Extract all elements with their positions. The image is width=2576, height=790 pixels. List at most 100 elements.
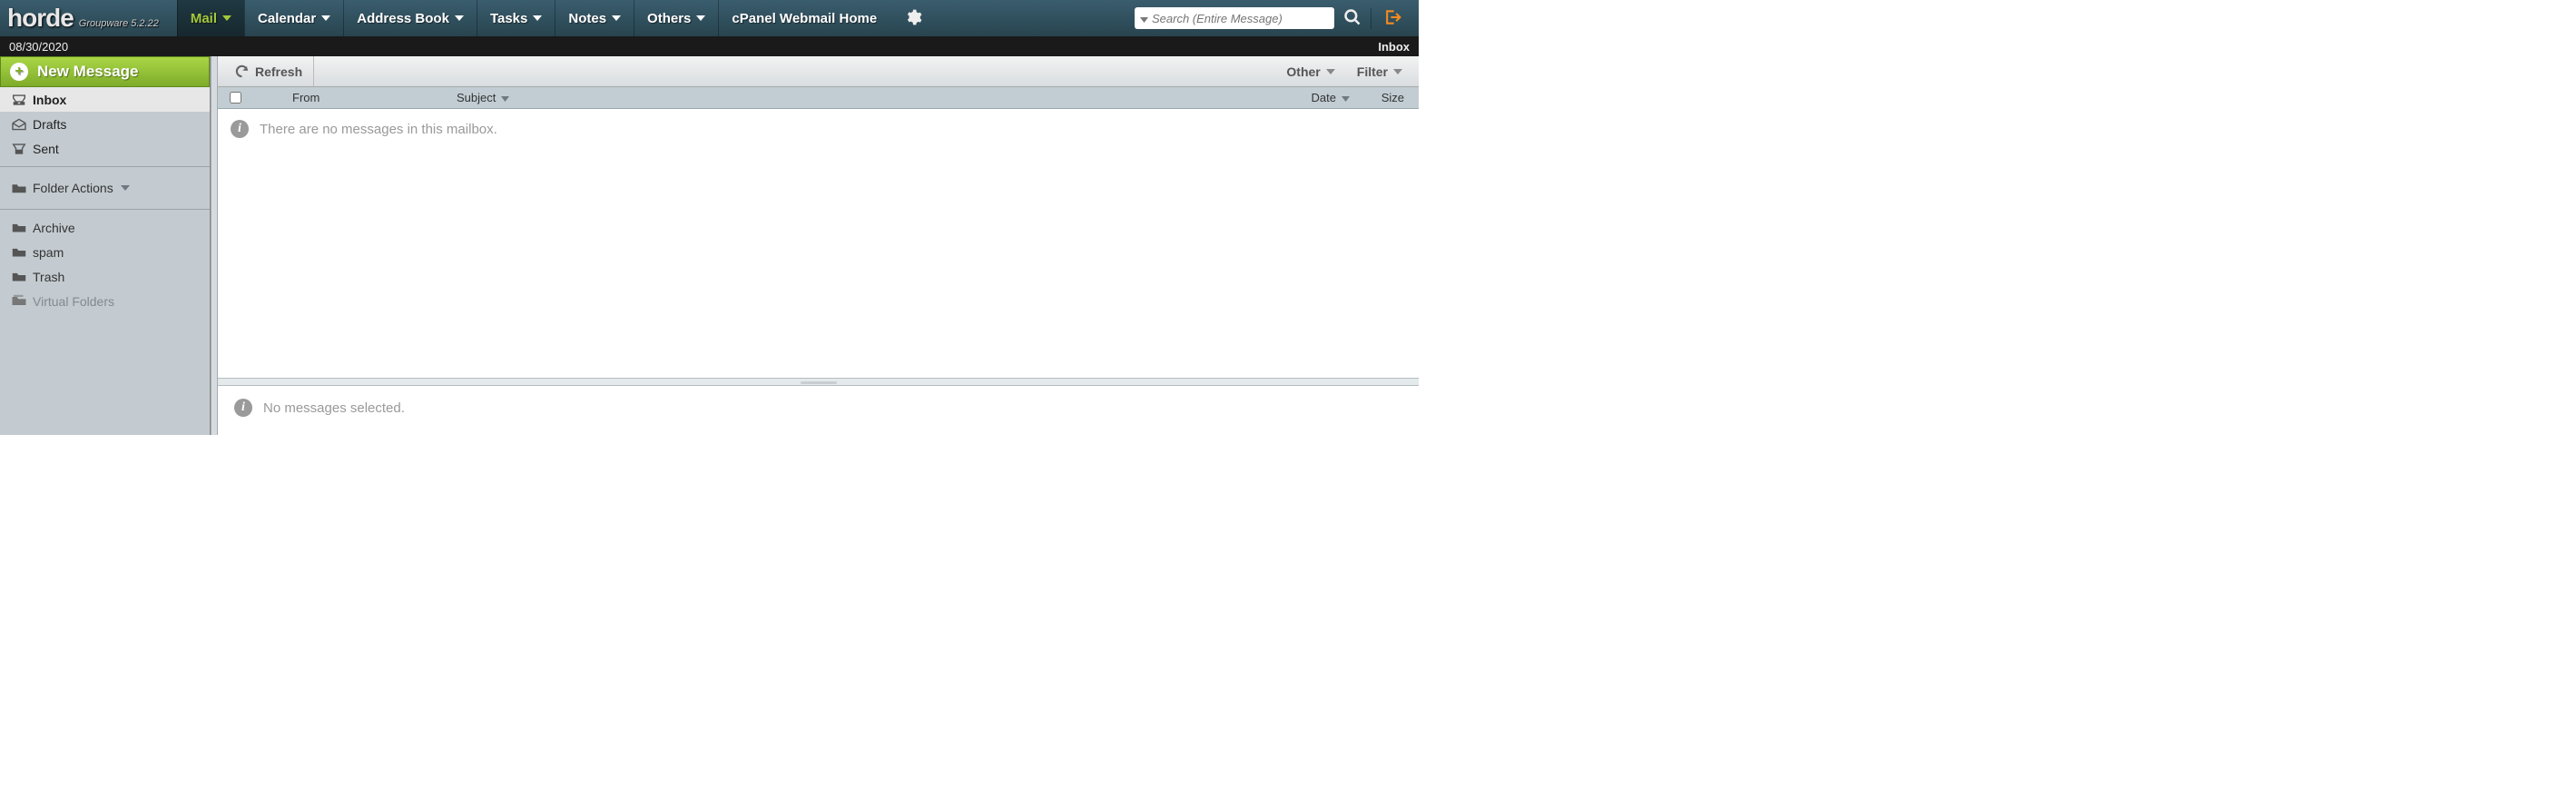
nav-label: cPanel Webmail Home	[732, 11, 877, 26]
main-area: + New Message Inbox Drafts Sent Folder A…	[0, 56, 1419, 435]
column-date-label: Date	[1312, 91, 1336, 104]
folder-actions-label: Folder Actions	[33, 181, 113, 195]
nav-label: Others	[647, 11, 691, 26]
chevron-down-icon	[321, 15, 330, 21]
folder-icon	[9, 182, 29, 194]
nav-label: Tasks	[490, 11, 527, 26]
folder-icon	[9, 246, 29, 258]
nav-label: Mail	[191, 11, 217, 26]
folder-label: spam	[33, 245, 64, 260]
divider	[0, 209, 210, 210]
chevron-down-icon	[121, 185, 130, 191]
sidebar-resize-handle[interactable]	[211, 56, 218, 435]
content-pane: Refresh Other Filter From Subject	[218, 56, 1419, 435]
sidebar-item-archive[interactable]: Archive	[0, 215, 210, 240]
no-selection-notice: i No messages selected.	[218, 386, 1419, 430]
column-from-label: From	[292, 91, 320, 104]
refresh-icon	[234, 64, 250, 79]
chevron-down-icon	[501, 91, 509, 104]
no-selection-text: No messages selected.	[263, 400, 405, 416]
folder-icon	[9, 271, 29, 282]
search-input[interactable]	[1152, 12, 1329, 25]
sidebar-item-inbox[interactable]: Inbox	[0, 87, 210, 112]
chevron-down-icon	[222, 15, 231, 21]
current-date: 08/30/2020	[9, 40, 68, 54]
sidebar-item-spam[interactable]: spam	[0, 240, 210, 264]
folder-label: Trash	[33, 270, 64, 284]
search-box[interactable]	[1135, 7, 1334, 29]
new-message-button[interactable]: + New Message	[0, 56, 210, 87]
filter-label: Filter	[1357, 64, 1388, 79]
column-from[interactable]: From	[289, 91, 447, 104]
chevron-down-icon	[1326, 69, 1335, 74]
folder-actions-button[interactable]: Folder Actions	[0, 173, 210, 203]
gear-icon	[904, 8, 922, 29]
folder-label: Virtual Folders	[33, 294, 114, 309]
logout-icon	[1382, 8, 1402, 29]
primary-folders: Inbox Drafts Sent	[0, 87, 210, 161]
sent-icon	[9, 143, 29, 155]
sidebar-item-trash[interactable]: Trash	[0, 264, 210, 289]
filter-dropdown[interactable]: Filter	[1346, 64, 1413, 79]
folder-label: Inbox	[33, 93, 66, 107]
chevron-down-icon[interactable]	[1140, 11, 1148, 25]
folder-label: Sent	[33, 142, 59, 156]
sidebar: + New Message Inbox Drafts Sent Folder A…	[0, 56, 211, 435]
info-icon: i	[231, 120, 249, 138]
breadcrumb-bar: 08/30/2020 Inbox	[0, 36, 1419, 56]
folder-label: Drafts	[33, 117, 66, 132]
empty-mailbox-notice: i There are no messages in this mailbox.	[218, 109, 1419, 149]
select-all-checkbox[interactable]	[230, 92, 241, 104]
logout-button[interactable]	[1371, 8, 1413, 29]
nav-item-others[interactable]: Others	[634, 0, 718, 36]
sidebar-item-sent[interactable]: Sent	[0, 136, 210, 161]
chevron-down-icon	[1342, 91, 1350, 104]
nav-item-address-book[interactable]: Address Book	[343, 0, 477, 36]
new-message-label: New Message	[37, 63, 139, 81]
plus-icon: +	[10, 63, 28, 81]
column-size[interactable]: Size	[1355, 91, 1419, 104]
message-list: i There are no messages in this mailbox.	[218, 109, 1419, 378]
chevron-down-icon	[1393, 69, 1402, 74]
nav-item-mail[interactable]: Mail	[177, 0, 244, 36]
brand-block: horde Groupware 5.2.22	[0, 4, 170, 33]
nav-item-calendar[interactable]: Calendar	[244, 0, 343, 36]
search-icon	[1343, 8, 1362, 29]
nav-item-notes[interactable]: Notes	[555, 0, 634, 36]
nav-items: Mail Calendar Address Book Tasks Notes O…	[177, 0, 937, 36]
column-subject[interactable]: Subject	[447, 91, 1273, 104]
nav-label: Notes	[568, 11, 606, 26]
preview-pane: i No messages selected.	[218, 386, 1419, 435]
nav-label: Calendar	[258, 11, 316, 26]
nav-item-tasks[interactable]: Tasks	[477, 0, 555, 36]
other-dropdown[interactable]: Other	[1275, 64, 1345, 79]
column-date[interactable]: Date	[1273, 91, 1355, 104]
info-icon: i	[234, 399, 252, 417]
brand-name: horde	[7, 4, 74, 33]
virtual-folder-icon	[9, 294, 29, 308]
refresh-label: Refresh	[255, 64, 302, 79]
secondary-folders: Archive spam Trash Virtual Folders	[0, 215, 210, 313]
toolbar-right: Other Filter	[1275, 64, 1413, 79]
sidebar-item-drafts[interactable]: Drafts	[0, 112, 210, 136]
settings-button[interactable]	[890, 0, 937, 36]
nav-item-cpanel-webmail-home[interactable]: cPanel Webmail Home	[718, 0, 890, 36]
other-label: Other	[1286, 64, 1320, 79]
preview-resize-handle[interactable]	[218, 378, 1419, 386]
search-area	[1135, 7, 1419, 29]
folder-icon	[9, 222, 29, 233]
brand-tagline: Groupware 5.2.22	[79, 18, 159, 29]
search-button[interactable]	[1334, 8, 1371, 29]
chevron-down-icon	[696, 15, 705, 21]
drafts-icon	[9, 118, 29, 131]
refresh-button[interactable]: Refresh	[223, 56, 314, 86]
sidebar-item-virtual-folders[interactable]: Virtual Folders	[0, 289, 210, 313]
chevron-down-icon	[612, 15, 621, 21]
chevron-down-icon	[533, 15, 542, 21]
select-all-cell[interactable]	[218, 92, 252, 104]
empty-mailbox-text: There are no messages in this mailbox.	[260, 122, 497, 137]
current-mailbox: Inbox	[1378, 40, 1410, 54]
inbox-icon	[9, 94, 29, 106]
column-subject-label: Subject	[457, 91, 496, 104]
column-size-label: Size	[1381, 91, 1404, 104]
